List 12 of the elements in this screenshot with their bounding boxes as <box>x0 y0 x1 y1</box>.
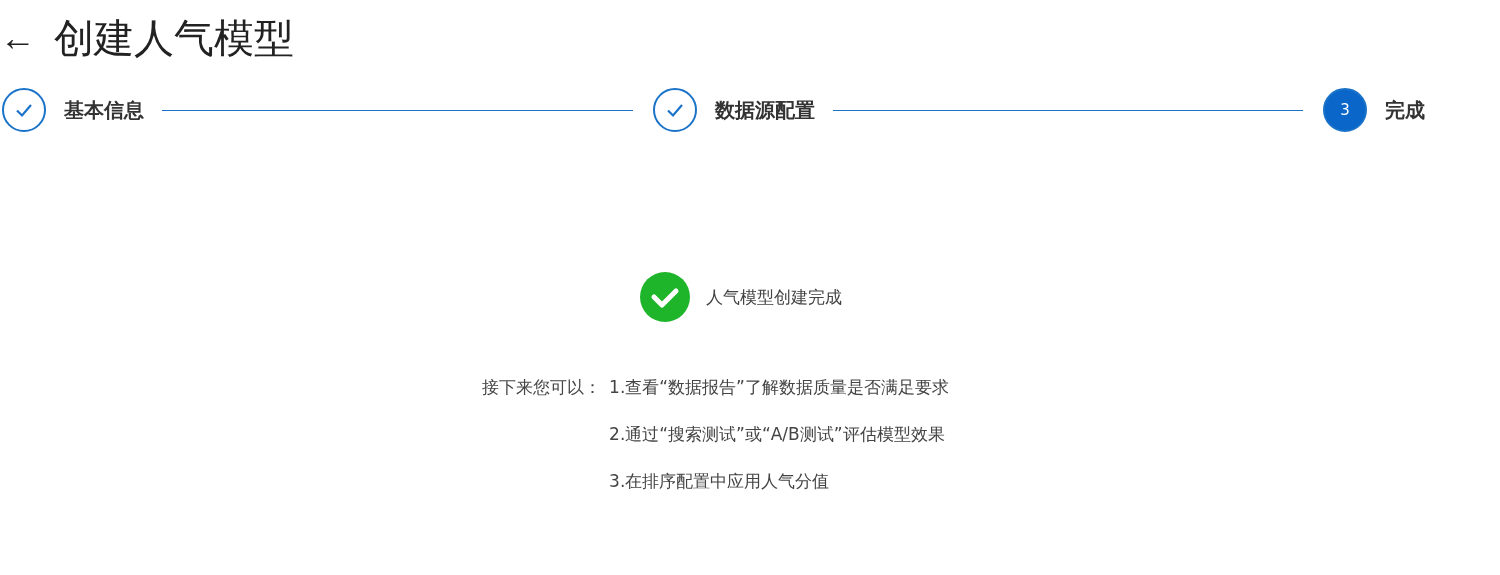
success-check-icon <box>639 272 690 322</box>
back-button[interactable]: ← <box>0 20 36 56</box>
step-label: 完成 <box>1385 96 1425 124</box>
next-step-item: 3.在排序配置中应用人气分值 <box>609 470 831 493</box>
next-step-item: 1.查看“数据报告”了解数据质量是否满足要求 <box>609 376 949 399</box>
next-steps-label: 接下来您可以： <box>482 376 602 399</box>
step-label: 基本信息 <box>64 96 144 124</box>
step-label: 数据源配置 <box>714 96 815 124</box>
success-message: 人气模型创建完成 <box>705 285 842 309</box>
next-step-item: 2.通过“搜索测试”或“A/B测试”评估模型效果 <box>609 423 946 446</box>
page-title: 创建人气模型 <box>54 13 294 63</box>
step-number: 3 <box>1323 88 1367 132</box>
